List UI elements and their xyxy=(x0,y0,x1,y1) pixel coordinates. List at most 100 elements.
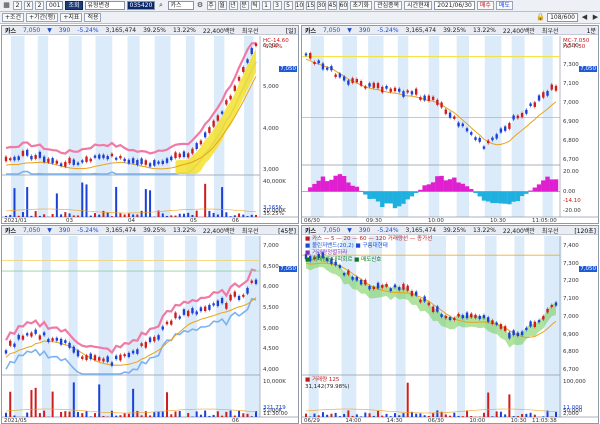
oscillator-bar xyxy=(337,174,343,192)
sell-button[interactable]: 매도 xyxy=(495,1,513,10)
chart-canvas[interactable] xyxy=(302,26,599,224)
y-tick-label: 5,500 xyxy=(263,305,279,311)
volume-bar xyxy=(144,189,147,217)
period-year[interactable]: 년 xyxy=(228,1,238,10)
legend-entry[interactable]: ■ 볼린저밴드(20,2) ■ 구름대현태 xyxy=(305,243,388,250)
period-tick[interactable]: 틱 xyxy=(250,1,260,10)
y-tick-label: 7,400 xyxy=(563,243,579,249)
oscillator-bar xyxy=(367,191,372,199)
candle-body xyxy=(114,157,118,160)
date-input[interactable]: 2021/06/30 xyxy=(434,1,475,10)
add-condition-button[interactable]: +조건 xyxy=(2,13,25,22)
prev-icon[interactable]: ◀ xyxy=(580,13,589,22)
y-tick-label: 6,700 xyxy=(563,157,579,163)
candle-body xyxy=(110,153,114,157)
period-45[interactable]: 45 xyxy=(327,1,337,10)
candle-body xyxy=(110,362,114,366)
chart-canvas[interactable] xyxy=(2,226,299,424)
time-now-button[interactable]: 시간현재 xyxy=(404,1,433,10)
candle-body xyxy=(448,317,452,321)
period-5[interactable]: 5 xyxy=(283,1,293,10)
candle-body xyxy=(376,282,380,289)
volume-bar xyxy=(338,416,341,417)
reset-button[interactable]: 초기화 xyxy=(349,1,373,10)
period-month[interactable]: 월 xyxy=(217,1,227,10)
candle-body xyxy=(533,102,537,107)
oscillator-bar xyxy=(464,186,470,192)
sub-toolbar: +조건 +기간(행) +지표 적용 🔒 108/600 ◀ ▶ xyxy=(0,12,600,24)
oscillator-bar xyxy=(452,177,457,192)
buy-button[interactable]: 매수 xyxy=(476,1,494,10)
chart-canvas[interactable] xyxy=(2,26,299,224)
oscillator-bar xyxy=(392,191,398,209)
settings-icon[interactable]: ⚙ xyxy=(196,1,205,10)
period-minute[interactable]: 분 xyxy=(239,1,249,10)
volume-bar xyxy=(144,411,147,417)
x-tick-label: 09:30 xyxy=(366,218,382,224)
chart-pane-daily[interactable]: 카스 7,050 ▼ 390 -5.24% 3,165,474 39.25% 13.22% 22… xyxy=(1,25,299,224)
period-10[interactable]: 10 xyxy=(294,1,304,10)
volume-tag: 35.25% xyxy=(263,211,284,217)
period-15[interactable]: 15 xyxy=(305,1,315,10)
oscillator-bar xyxy=(384,191,389,204)
chart-pane-1min[interactable]: 카스 7,050 ▼ 390 -5.24% 3,165,474 39.25% 13.22% 22… xyxy=(301,25,599,224)
lock-icon[interactable]: 🔒 xyxy=(536,13,545,22)
candle-body xyxy=(444,109,448,114)
y-tick-label: 6,900 xyxy=(563,119,579,125)
candle-body xyxy=(212,120,215,127)
oscillator-bar xyxy=(536,184,542,192)
candle-body xyxy=(85,156,88,162)
x-tick-label: 03 xyxy=(66,218,73,224)
candle-body xyxy=(119,155,122,159)
candle-body xyxy=(72,346,75,353)
chart-pane-120sec[interactable]: 카스 7,050 ▼ 390 -5.24% 3,165,474 39.25% 13.22% 22… xyxy=(301,225,599,424)
next-icon[interactable]: ▶ xyxy=(591,13,600,22)
price-info-tag: HC-7.50 xyxy=(563,44,586,50)
period-1[interactable]: 1 xyxy=(261,1,271,10)
volume-bar xyxy=(51,391,54,417)
add-indicator-button[interactable]: +지표 xyxy=(60,13,83,22)
volume-bar xyxy=(242,214,245,217)
candle-body xyxy=(376,83,380,89)
search-button[interactable]: 조회 xyxy=(65,1,83,10)
legend-entry[interactable]: ■ 거래량장대학회르 ■ 매도신호 xyxy=(305,257,381,264)
grid-x-button[interactable]: 2 xyxy=(13,1,22,10)
sub-y-tick-label: 0.00 xyxy=(563,188,576,195)
stock-code-input[interactable]: 035420 xyxy=(126,1,155,10)
x-tick-label: 06/30 xyxy=(304,218,320,224)
oscillator-bar xyxy=(371,191,376,199)
watchlist-button[interactable]: 관심종목 xyxy=(374,1,403,10)
legend-entry[interactable]: ■ 거래량정렬하라 xyxy=(305,250,347,257)
candle-body xyxy=(440,102,443,108)
grid-y-button[interactable]: 2 xyxy=(35,1,44,10)
candle-body xyxy=(85,355,88,360)
bg-stripe xyxy=(215,236,232,417)
legend-entry[interactable]: ■ 카스 — 5 — 20 — 60 — 120 거래량선 — 종가선 xyxy=(305,236,432,243)
candle-body xyxy=(148,337,152,343)
candle-body xyxy=(4,156,8,162)
period-3[interactable]: 3 xyxy=(272,1,282,10)
period-week[interactable]: 주 xyxy=(206,1,216,10)
candle-body xyxy=(250,48,253,55)
volume-bar xyxy=(77,412,80,417)
candle-body xyxy=(381,86,384,93)
candle-body xyxy=(461,123,464,127)
grid-mult-button[interactable]: X xyxy=(24,1,33,10)
code-small-input[interactable]: 001 xyxy=(46,1,64,10)
volume-bar xyxy=(508,394,511,417)
price-info-tag: -6.24% xyxy=(263,44,283,50)
volume-bar xyxy=(364,412,367,417)
period-60[interactable]: 60 xyxy=(338,1,348,10)
search-icon[interactable]: ⌕ xyxy=(157,1,166,10)
volume-bar xyxy=(212,414,215,417)
account-select[interactable]: 유형변경 xyxy=(84,1,125,10)
oscillator-bar xyxy=(380,191,385,208)
candle-body xyxy=(325,67,329,70)
candle-body xyxy=(187,310,190,317)
period-30[interactable]: 30 xyxy=(316,1,326,10)
chart-pane-45min[interactable]: 카스 7,050 ▼ 390 -5.24% 3,165,474 39.25% 13.22% 22… xyxy=(1,225,299,424)
volume-bar xyxy=(17,215,20,217)
layout-icon[interactable]: ▦ xyxy=(2,1,11,10)
apply-button[interactable]: 적용 xyxy=(84,13,102,22)
add-period-button[interactable]: +기간(행) xyxy=(26,13,59,22)
